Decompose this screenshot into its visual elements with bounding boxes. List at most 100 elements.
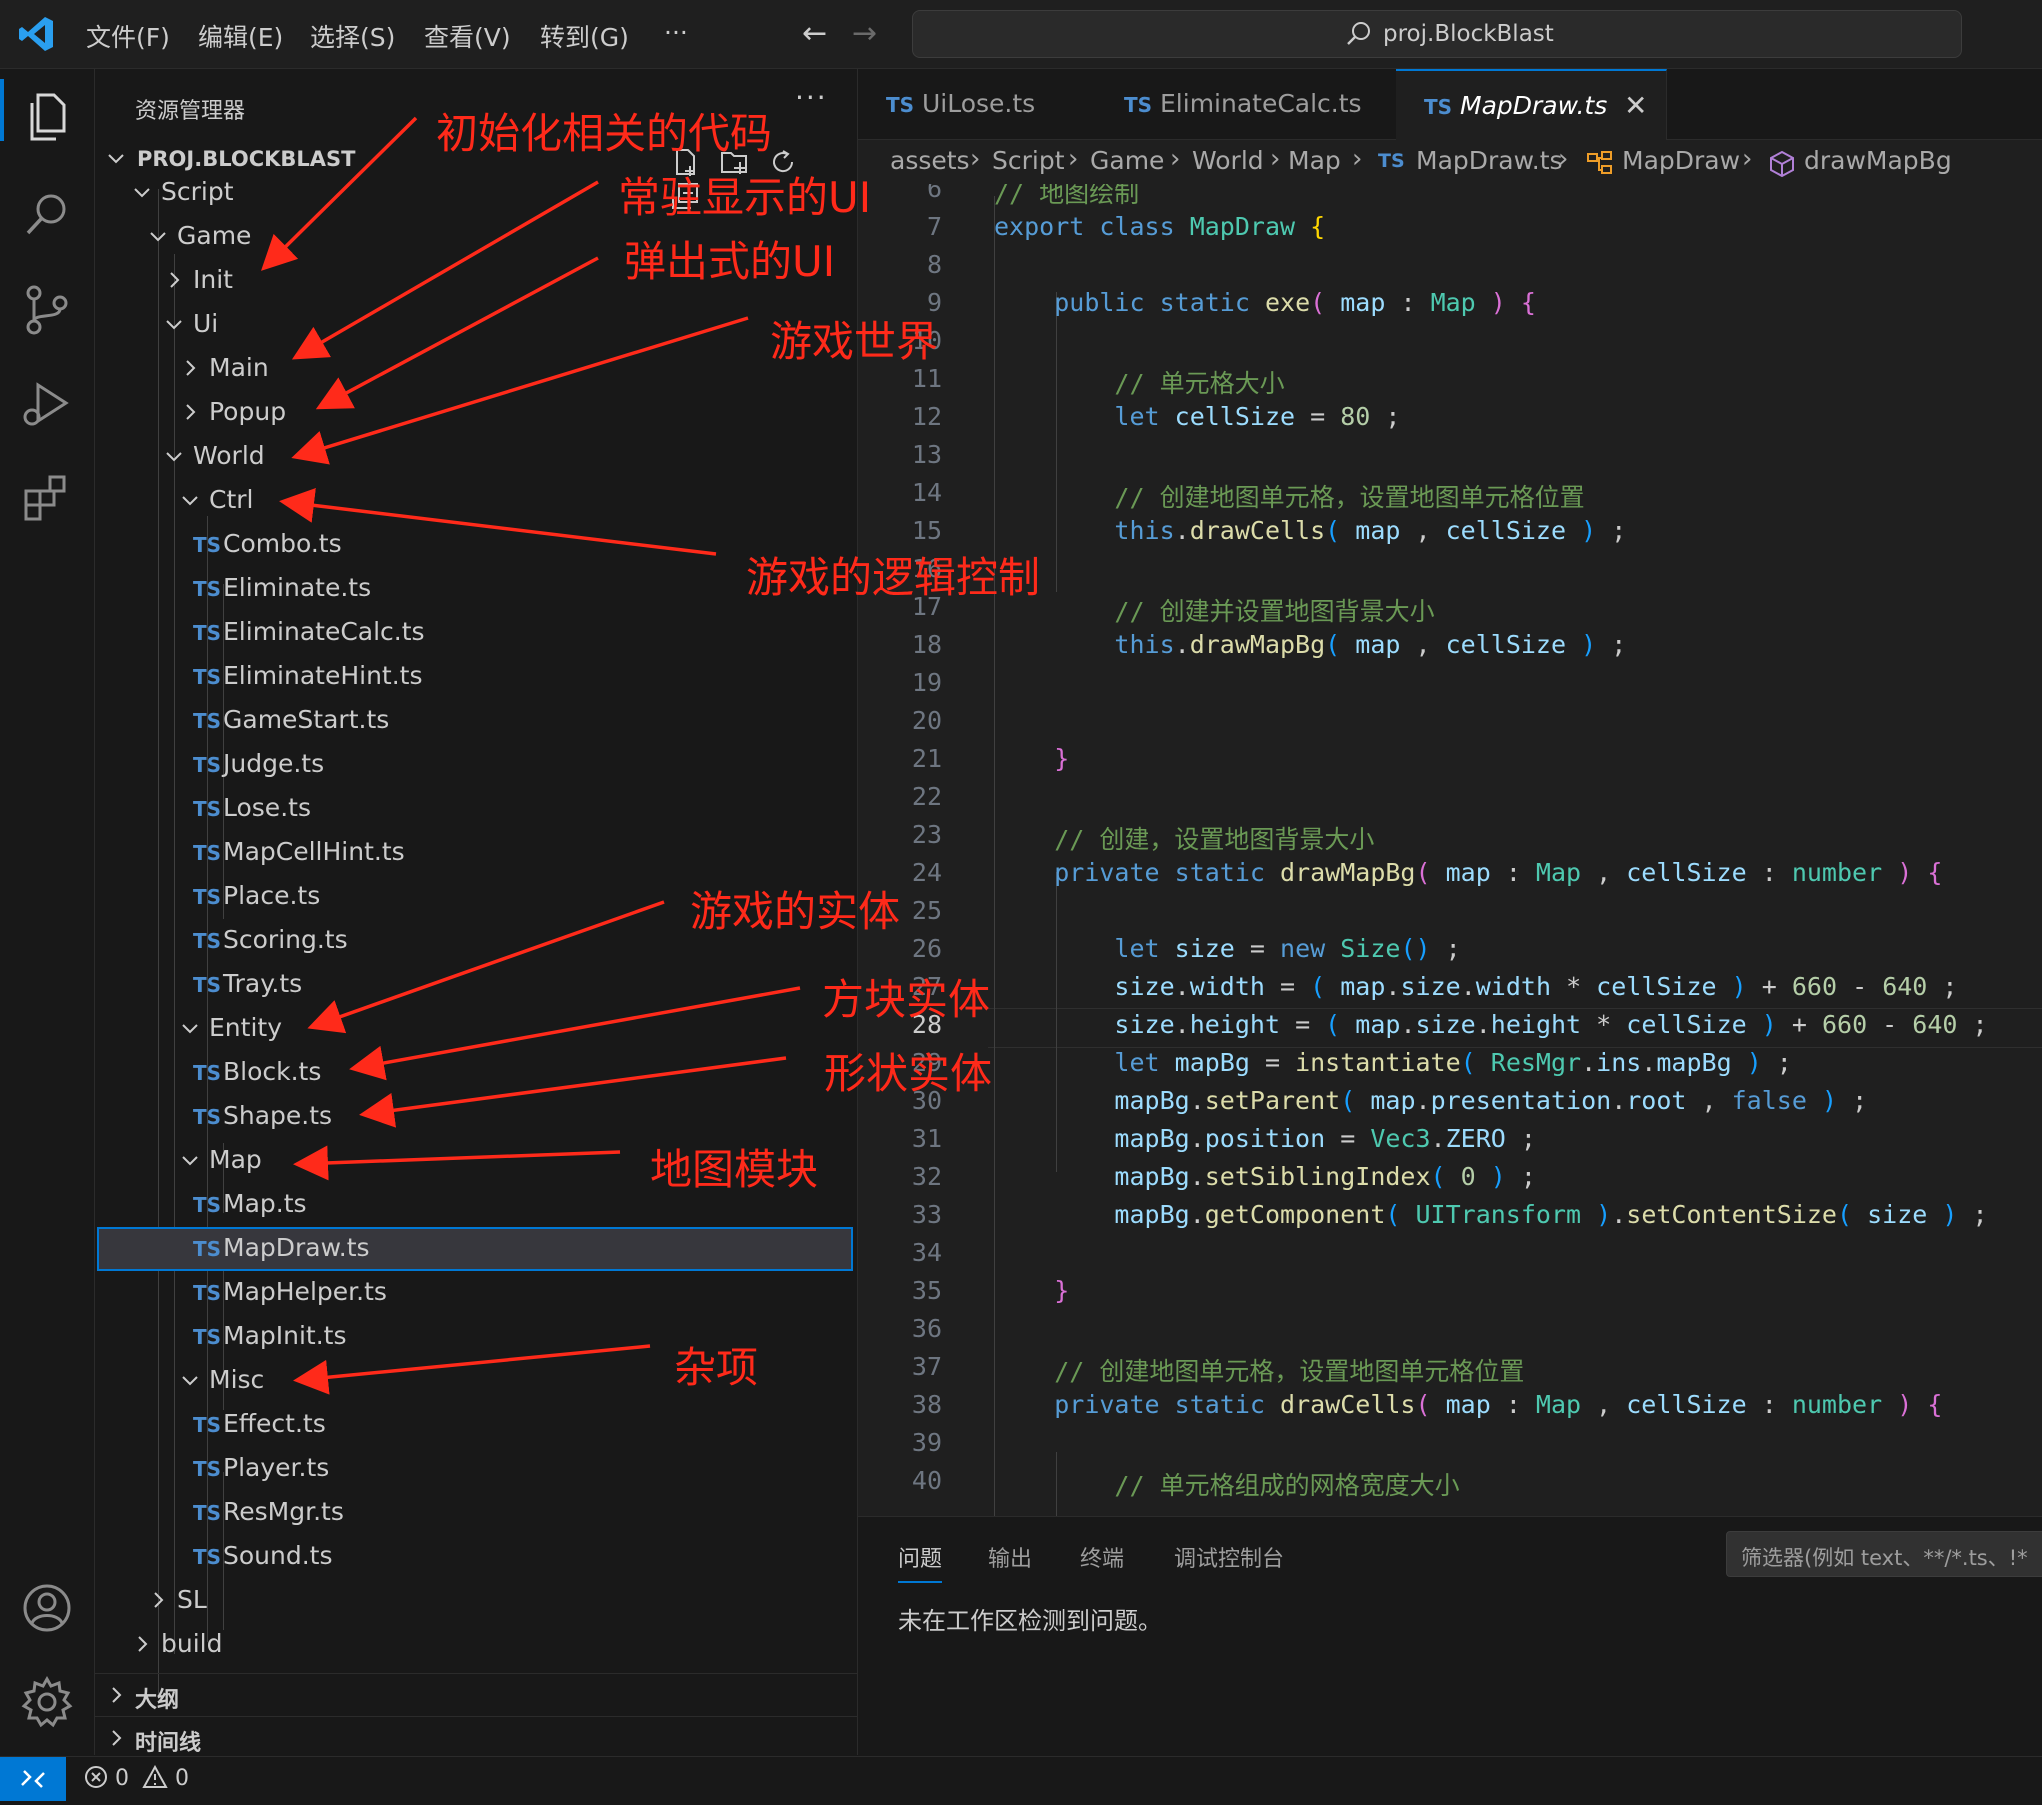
breadcrumb-item[interactable]: Game: [1090, 146, 1164, 175]
tree-folder[interactable]: SL: [97, 1579, 853, 1623]
typescript-file-icon: TS: [193, 753, 222, 777]
timeline-section[interactable]: 时间线: [95, 1716, 857, 1755]
line-number: 10: [911, 326, 942, 355]
tab-mapdraw[interactable]: TS MapDraw.ts ✕: [1396, 69, 1667, 141]
code-line-32: mapBg.setSiblingIndex( 0 ) ;: [1114, 1162, 1536, 1191]
tree-folder[interactable]: Map: [97, 1139, 853, 1183]
extensions-icon[interactable]: [18, 469, 76, 527]
tree-file[interactable]: TS Lose.ts: [97, 787, 853, 831]
tree-file[interactable]: TS EliminateCalc.ts: [97, 611, 853, 655]
tree-folder[interactable]: build: [97, 1623, 853, 1667]
line-number: 16: [911, 554, 942, 583]
tree-folder[interactable]: Popup: [97, 391, 853, 435]
code-line-17: // 创建并设置地图背景大小: [1114, 597, 1435, 626]
typescript-file-icon: TS: [1378, 150, 1405, 172]
source-control-icon[interactable]: [18, 281, 76, 339]
typescript-file-icon: TS: [193, 1237, 222, 1261]
breadcrumb-item[interactable]: drawMapBg: [1804, 146, 1952, 175]
typescript-file-icon: TS: [193, 885, 222, 909]
outline-section[interactable]: 大纲: [95, 1673, 857, 1716]
tab-terminal[interactable]: 终端: [1080, 1541, 1124, 1573]
tree-item-label: Script: [161, 177, 234, 206]
chevron-down-icon: [150, 232, 166, 242]
tree-item-label: SL: [177, 1585, 207, 1614]
tab-label: UiLose.ts: [922, 89, 1036, 118]
tree-file[interactable]: TS Tray.ts: [97, 963, 853, 1007]
workspace-root[interactable]: PROJ.BLOCKBLAST: [105, 147, 355, 171]
tab-problems[interactable]: 问题: [898, 1541, 943, 1583]
problems-status[interactable]: 0 0: [84, 1764, 189, 1791]
line-number: 24: [911, 858, 942, 887]
back-arrow-icon[interactable]: ←: [802, 16, 827, 51]
tree-file[interactable]: TS Effect.ts: [97, 1403, 853, 1447]
tree-folder[interactable]: Ui: [97, 303, 853, 347]
line-number: 14: [911, 478, 942, 507]
remote-indicator[interactable]: [0, 1757, 66, 1801]
breadcrumb-item[interactable]: World: [1192, 146, 1264, 175]
tree-folder[interactable]: Script: [97, 171, 853, 215]
tab-eliminatecalc[interactable]: TS EliminateCalc.ts: [1096, 69, 1397, 139]
tree-file[interactable]: TS ResMgr.ts: [97, 1491, 853, 1535]
menu-go[interactable]: 转到(G): [540, 18, 629, 54]
menu-more[interactable]: ···: [664, 18, 688, 47]
tree-file[interactable]: TS Place.ts: [97, 875, 853, 919]
explorer-more-button[interactable]: ···: [795, 81, 828, 114]
code-line-9: public static exe( map : Map ) {: [1054, 288, 1536, 317]
breadcrumb-item[interactable]: Map: [1288, 146, 1341, 175]
tree-file[interactable]: TS EliminateHint.ts: [97, 655, 853, 699]
tree-folder[interactable]: World: [97, 435, 853, 479]
tree-folder[interactable]: Init: [97, 259, 853, 303]
breadcrumb-item[interactable]: Script: [992, 146, 1065, 175]
tree-file[interactable]: TS Shape.ts: [97, 1095, 853, 1139]
code-line-7: export class MapDraw {: [994, 212, 1326, 241]
tree-file[interactable]: TS Eliminate.ts: [97, 567, 853, 611]
chevron-down-icon: [182, 1156, 198, 1166]
tab-output[interactable]: 输出: [988, 1541, 1032, 1573]
tree-file[interactable]: TS Map.ts: [97, 1183, 853, 1227]
run-debug-icon[interactable]: [18, 375, 76, 433]
line-number: 8: [926, 250, 942, 279]
search-icon: [1347, 22, 1370, 45]
command-center-search[interactable]: proj.BlockBlast: [912, 10, 1962, 58]
code-line-11: // 单元格大小: [1114, 369, 1285, 398]
tree-file[interactable]: TS Judge.ts: [97, 743, 853, 787]
line-number: 6: [926, 184, 942, 203]
tree-file[interactable]: TS MapInit.ts: [97, 1315, 853, 1359]
tree-file[interactable]: TS MapDraw.ts: [97, 1227, 853, 1271]
tree-folder[interactable]: Main: [97, 347, 853, 391]
tree-file[interactable]: TS GameStart.ts: [97, 699, 853, 743]
typescript-file-icon: TS: [193, 841, 222, 865]
tree-file[interactable]: TS Player.ts: [97, 1447, 853, 1491]
tree-folder[interactable]: Game: [97, 215, 853, 259]
tree-file[interactable]: TS Sound.ts: [97, 1535, 853, 1579]
tree-folder[interactable]: Entity: [97, 1007, 853, 1051]
chevron-right-icon: ›: [1270, 144, 1281, 174]
chevron-right-icon: [186, 404, 196, 420]
tree-file[interactable]: TS Block.ts: [97, 1051, 853, 1095]
breadcrumb-item[interactable]: assets: [890, 146, 970, 175]
menu-view[interactable]: 查看(V): [424, 18, 511, 54]
breadcrumb-item[interactable]: MapDraw.ts: [1416, 146, 1563, 175]
account-icon[interactable]: [18, 1579, 76, 1637]
tree-file[interactable]: TS Combo.ts: [97, 523, 853, 567]
close-tab-icon[interactable]: ✕: [1624, 89, 1647, 122]
search-icon[interactable]: [18, 187, 76, 245]
problems-filter-input[interactable]: 筛选器(例如 text、**/*.ts、!*: [1726, 1531, 2042, 1577]
code-editor[interactable]: 6 7 8 9 10 11 12 13 14 15 16 17 18 19 20 21 22 23 24 25 26 27…: [858, 184, 2042, 1516]
tree-folder[interactable]: Ctrl: [97, 479, 853, 523]
menu-selection[interactable]: 选择(S): [310, 18, 395, 54]
chevron-right-icon: [112, 1687, 122, 1703]
code-line-12: let cellSize = 80 ;: [1114, 402, 1401, 431]
tree-file[interactable]: TS MapCellHint.ts: [97, 831, 853, 875]
explorer-files-icon[interactable]: [18, 87, 76, 145]
settings-gear-icon[interactable]: [18, 1673, 76, 1731]
tab-debug-console[interactable]: 调试控制台: [1174, 1541, 1284, 1573]
tree-folder[interactable]: Misc: [97, 1359, 853, 1403]
tree-file[interactable]: TS MapHelper.ts: [97, 1271, 853, 1315]
tree-file[interactable]: TS Scoring.ts: [97, 919, 853, 963]
menu-file[interactable]: 文件(F): [86, 18, 170, 54]
tab-uilose[interactable]: TS UiLose.ts: [858, 69, 1097, 139]
forward-arrow-icon[interactable]: →: [852, 16, 877, 51]
menu-edit[interactable]: 编辑(E): [198, 18, 283, 54]
breadcrumb-item[interactable]: MapDraw: [1622, 146, 1740, 175]
